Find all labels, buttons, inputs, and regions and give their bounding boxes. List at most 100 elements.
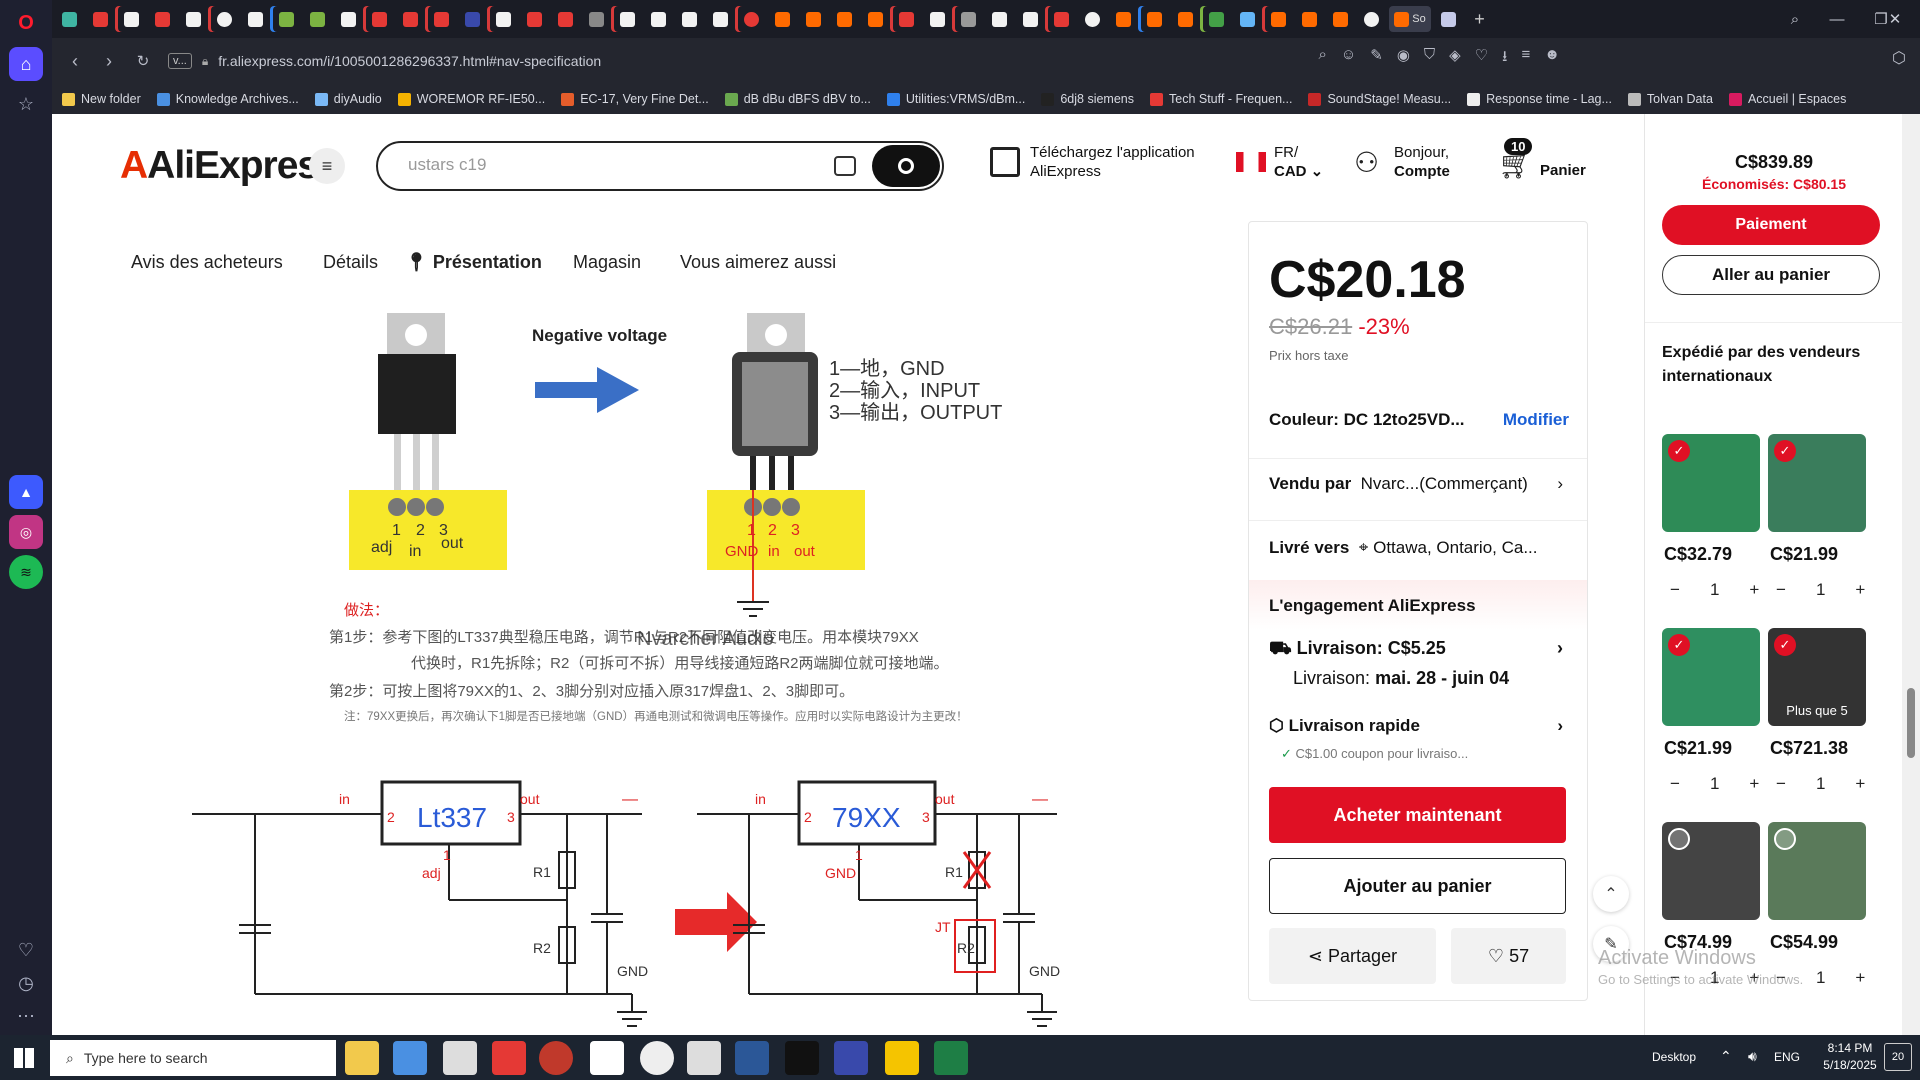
tab-active[interactable]: So (1389, 6, 1431, 32)
cart-item-thumbnail[interactable]: ✓ (1662, 434, 1760, 532)
tab[interactable] (862, 6, 889, 32)
item-checkbox[interactable]: ✓ (1668, 634, 1690, 656)
aria-icon[interactable]: ▲ (9, 475, 43, 509)
tab[interactable] (800, 6, 827, 32)
minus-icon[interactable]: − (1776, 774, 1786, 794)
instagram-icon[interactable]: ◎ (9, 515, 43, 549)
history-icon[interactable]: ◷ (9, 966, 43, 1000)
language-indicator[interactable]: ENG (1774, 1050, 1800, 1064)
windows-start-icon[interactable] (14, 1048, 34, 1068)
tab[interactable] (211, 6, 238, 32)
steam-icon[interactable] (640, 1041, 674, 1075)
tab[interactable] (242, 6, 269, 32)
heart-icon[interactable]: ♡ (9, 933, 43, 967)
tab[interactable] (676, 6, 703, 32)
tab[interactable] (614, 6, 641, 32)
tab[interactable] (1203, 6, 1230, 32)
user-icon[interactable]: ⚇ (1354, 148, 1382, 180)
minus-icon[interactable]: − (1670, 774, 1680, 794)
language-currency-selector[interactable]: FR/CAD ⌄ (1274, 143, 1323, 181)
tab[interactable] (118, 6, 145, 32)
opera-taskbar-icon[interactable] (539, 1041, 573, 1075)
bookmark-item[interactable]: diyAudio (314, 92, 382, 106)
profile-icon[interactable]: ☻ (1544, 46, 1560, 71)
tab[interactable] (521, 6, 548, 32)
taskbar-search[interactable]: ⌕ Type here to search (50, 1040, 336, 1076)
wallet-icon[interactable]: ⬡ (1892, 48, 1906, 68)
bookmark-item[interactable]: Accueil | Espaces (1728, 92, 1846, 106)
quantity-stepper[interactable]: − 1 + (1776, 580, 1865, 600)
wishlist-button[interactable]: ♡ 57 (1451, 928, 1566, 984)
tab[interactable] (1358, 6, 1385, 32)
tab-store[interactable]: Magasin (573, 252, 641, 273)
cart-label[interactable]: Panier (1540, 161, 1586, 180)
tab[interactable] (56, 6, 83, 32)
sold-by-row[interactable]: Vendu par Nvarc...(Commerçant) › (1269, 474, 1569, 494)
search-input[interactable]: ustars c19 (408, 155, 486, 175)
tab[interactable] (397, 6, 424, 32)
tab[interactable] (1079, 6, 1106, 32)
bookmark-item[interactable]: dB dBu dBFS dBV to... (724, 92, 871, 106)
plus-icon[interactable]: + (1749, 774, 1759, 794)
minus-icon[interactable]: − (1776, 580, 1786, 600)
ship-to-row[interactable]: Livré vers ⌖ Ottawa, Ontario, Ca... (1269, 538, 1569, 558)
tab[interactable] (1017, 6, 1044, 32)
modify-link[interactable]: Modifier (1503, 410, 1569, 430)
app-icon[interactable] (885, 1041, 919, 1075)
cart-item-thumbnail[interactable] (1768, 822, 1866, 920)
plus-icon[interactable]: + (1749, 580, 1759, 600)
volume-icon[interactable]: 🔊︎ (1748, 1048, 1757, 1065)
fast-delivery-row[interactable]: ⬡ Livraison rapide › (1269, 716, 1569, 736)
extension-icon[interactable]: ◈ (1449, 46, 1461, 71)
desktop-label[interactable]: Desktop (1652, 1050, 1696, 1064)
minimize-icon[interactable]: — (1814, 0, 1860, 38)
cart-item-thumbnail[interactable]: ✓ (1662, 628, 1760, 726)
notepad-icon[interactable] (590, 1041, 624, 1075)
word-icon[interactable] (735, 1041, 769, 1075)
tab[interactable] (769, 6, 796, 32)
minus-icon[interactable]: − (1670, 580, 1680, 600)
item-checkbox[interactable]: ✓ (1668, 440, 1690, 462)
camera-icon[interactable]: ◉ (1397, 46, 1410, 71)
tab[interactable] (924, 6, 951, 32)
qr-code-icon[interactable] (990, 147, 1020, 177)
go-to-cart-button[interactable]: Aller au panier (1662, 255, 1880, 295)
item-checkbox[interactable] (1774, 828, 1796, 850)
cart-item-thumbnail[interactable]: ✓ (1768, 434, 1866, 532)
spotify-icon[interactable]: ≋ (9, 555, 43, 589)
tab[interactable] (366, 6, 393, 32)
tab[interactable] (707, 6, 734, 32)
search-box[interactable]: ustars c19 (376, 141, 944, 191)
chevron-up-icon[interactable]: ⌃ (1720, 1048, 1732, 1065)
bookmark-item[interactable]: EC-17, Very Fine Det... (561, 92, 709, 106)
reload-icon[interactable]: ↻ (126, 44, 160, 78)
tab[interactable] (428, 6, 455, 32)
easy-setup-icon[interactable]: ≡ (1521, 46, 1530, 71)
tab[interactable] (1296, 6, 1323, 32)
tab-recommendations[interactable]: Vous aimerez aussi (680, 252, 836, 273)
shipping-fee-row[interactable]: ⛟ Livraison: C$5.25 › (1269, 638, 1569, 662)
quantity-stepper[interactable]: − 1 + (1776, 774, 1865, 794)
plus-icon[interactable]: + (1855, 968, 1865, 988)
tab[interactable] (986, 6, 1013, 32)
app-download-link[interactable]: Téléchargez l'application AliExpress (1030, 143, 1195, 181)
tab-details[interactable]: Détails (323, 252, 378, 273)
app-icon[interactable] (834, 1041, 868, 1075)
tab-reviews[interactable]: Avis des acheteurs (131, 252, 283, 273)
bookmark-item[interactable]: Tech Stuff - Frequen... (1150, 92, 1292, 106)
page-scrollbar[interactable] (1902, 114, 1920, 1035)
more-icon[interactable]: ⋯ (9, 999, 43, 1033)
edit-icon[interactable]: ✎ (1370, 46, 1383, 71)
quantity-stepper[interactable]: − 1 + (1670, 774, 1759, 794)
tab[interactable] (1048, 6, 1075, 32)
zoom-search-icon[interactable]: ⌕ (1319, 46, 1327, 71)
clock-date[interactable]: 5/18/2025 (1820, 1058, 1880, 1072)
item-checkbox[interactable]: ✓ (1774, 634, 1796, 656)
scroll-top-button[interactable]: ⌃ (1593, 876, 1629, 912)
bookmark-item[interactable]: Response time - Lag... (1467, 92, 1612, 106)
url-field[interactable]: fr.aliexpress.com/i/1005001286296337.htm… (218, 53, 601, 69)
search-tabs-icon[interactable]: ⌕ (1772, 0, 1818, 38)
tab[interactable] (738, 6, 765, 32)
tab[interactable] (552, 6, 579, 32)
bookmark-item[interactable]: Utilities:VRMS/dBm... (886, 92, 1025, 106)
